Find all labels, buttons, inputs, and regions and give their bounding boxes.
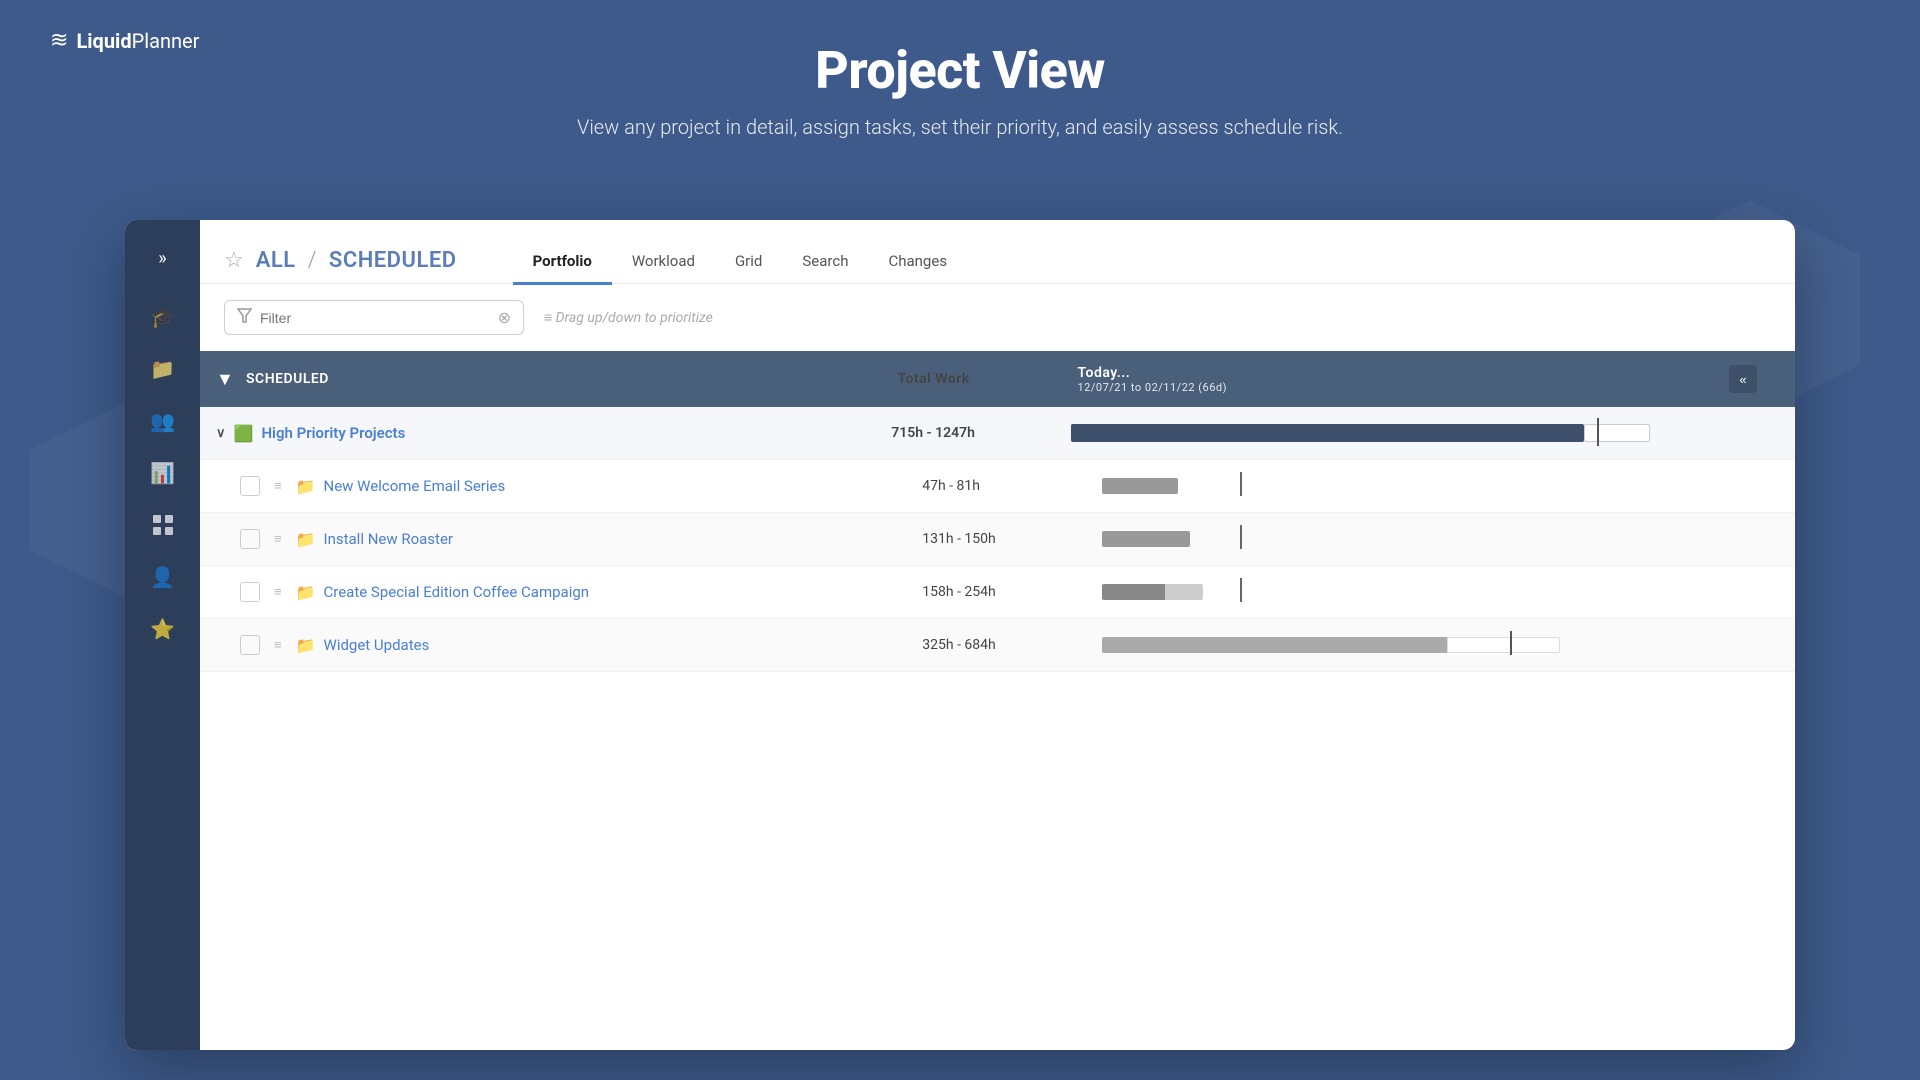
row-work: 131h - 150h <box>922 531 1102 547</box>
sidebar-item-analytics[interactable]: 📊 <box>141 451 185 495</box>
header-timeline: Today... 12/07/21 to 02/11/22 (66d) <box>1078 365 1730 393</box>
breadcrumb-separator: / <box>308 248 317 273</box>
row-name-cell: 🟩 High Priority Projects <box>234 424 892 443</box>
filter-bar: ⊗ ≡ Drag up/down to prioritize <box>200 284 1795 351</box>
filter-clear-button[interactable]: ⊗ <box>498 308 511 327</box>
row-timeline <box>1102 631 1729 659</box>
page-header: Project View View any project in detail,… <box>0 0 1920 169</box>
row-work: 158h - 254h <box>922 584 1102 600</box>
row-controls: ≡ <box>240 582 290 602</box>
main-container: » 🎓 📁 👥 📊 👤 ⭐ ☆ ALL / SCHEDULED <box>125 220 1795 1050</box>
row-checkbox[interactable] <box>240 582 260 602</box>
row-drag-handle[interactable]: ≡ <box>274 584 282 600</box>
row-timeline <box>1071 419 1729 447</box>
sidebar-item-team[interactable]: 👥 <box>141 399 185 443</box>
row-checkbox[interactable] <box>240 529 260 549</box>
row-name-cell: 📁 Install New Roaster <box>296 530 923 549</box>
drag-hint: ≡ Drag up/down to prioritize <box>544 309 713 326</box>
header-work: Total Work <box>898 371 1078 387</box>
sidebar-item-profile[interactable]: 👤 <box>141 555 185 599</box>
sidebar: » 🎓 📁 👥 📊 👤 ⭐ <box>125 220 200 1050</box>
nav-tabs: Portfolio Workload Grid Search Changes <box>489 240 991 284</box>
sidebar-item-projects[interactable]: 📁 <box>141 347 185 391</box>
logo-waves-icon: ≋ <box>50 28 68 53</box>
tab-grid[interactable]: Grid <box>715 240 782 285</box>
row-drag-handle[interactable]: ≡ <box>274 531 282 547</box>
header-name: SCHEDULED <box>246 371 898 387</box>
sidebar-item-courses[interactable]: 🎓 <box>141 295 185 339</box>
drag-hint-icon: ≡ <box>544 310 552 326</box>
table-row: ≡ 📁 Create Special Edition Coffee Campai… <box>200 566 1795 619</box>
row-work: 325h - 684h <box>922 637 1102 653</box>
row-expand-icon[interactable]: ∨ <box>216 426 226 441</box>
sidebar-collapse-button[interactable]: » <box>150 240 174 277</box>
sidebar-item-favorites[interactable]: ⭐ <box>141 607 185 651</box>
header-collapse: « <box>1729 365 1779 393</box>
table-header: ▼ SCHEDULED Total Work Today... 12/07/21… <box>200 351 1795 407</box>
top-bar: ☆ ALL / SCHEDULED Portfolio Workload Gri… <box>200 220 1795 284</box>
row-controls: ≡ <box>240 476 290 496</box>
filter-icon <box>237 308 252 327</box>
row-drag-handle[interactable]: ≡ <box>274 637 282 653</box>
filter-input[interactable] <box>260 310 490 326</box>
project-folder-icon: 📁 <box>296 477 316 496</box>
breadcrumb-all[interactable]: ALL <box>256 248 296 273</box>
row-timeline <box>1102 472 1729 500</box>
logo: ≋ LiquidPlanner <box>50 28 199 53</box>
filter-input-wrap[interactable]: ⊗ <box>224 300 524 335</box>
sidebar-item-grid[interactable] <box>141 503 185 547</box>
tab-portfolio[interactable]: Portfolio <box>513 240 612 285</box>
row-name-link[interactable]: New Welcome Email Series <box>324 477 506 495</box>
project-folder-icon: 📁 <box>296 636 316 655</box>
row-drag-handle[interactable]: ≡ <box>274 478 282 494</box>
row-work: 47h - 81h <box>922 478 1102 494</box>
breadcrumb-scheduled[interactable]: SCHEDULED <box>329 248 457 273</box>
page-subtitle: View any project in detail, assign tasks… <box>0 115 1920 139</box>
favorite-star-icon[interactable]: ☆ <box>224 248 244 273</box>
row-name-cell: 📁 Widget Updates <box>296 636 923 655</box>
breadcrumb: ALL / SCHEDULED <box>256 248 457 273</box>
timeline-collapse-button[interactable]: « <box>1729 365 1757 393</box>
page-title: Project View <box>0 40 1920 101</box>
table-row: ≡ 📁 Install New Roaster 131h - 150h <box>200 513 1795 566</box>
row-checkbox[interactable] <box>240 476 260 496</box>
logo-text: LiquidPlanner <box>76 29 199 53</box>
table-row: ∨ 🟩 High Priority Projects 715h - 1247h <box>200 407 1795 460</box>
row-name-cell: 📁 Create Special Edition Coffee Campaign <box>296 583 923 602</box>
row-name-link[interactable]: Create Special Edition Coffee Campaign <box>324 583 590 601</box>
row-name-link[interactable]: Widget Updates <box>324 636 430 654</box>
row-name-link[interactable]: High Priority Projects <box>261 424 405 442</box>
content-area: ☆ ALL / SCHEDULED Portfolio Workload Gri… <box>200 220 1795 1050</box>
table-row: ≡ 📁 New Welcome Email Series 47h - 81h <box>200 460 1795 513</box>
project-folder-icon: 📁 <box>296 583 316 602</box>
row-controls: ≡ <box>240 635 290 655</box>
tab-search[interactable]: Search <box>782 240 868 285</box>
tab-changes[interactable]: Changes <box>868 240 967 285</box>
row-work: 715h - 1247h <box>891 425 1071 441</box>
header-expand: ▼ <box>216 369 246 390</box>
row-controls: ≡ <box>240 529 290 549</box>
row-timeline <box>1102 525 1729 553</box>
folder-icon: 🟩 <box>234 424 254 443</box>
row-timeline <box>1102 578 1729 606</box>
tab-workload[interactable]: Workload <box>612 240 715 285</box>
row-name-link[interactable]: Install New Roaster <box>324 530 453 548</box>
project-table: ▼ SCHEDULED Total Work Today... 12/07/21… <box>200 351 1795 1050</box>
project-folder-icon: 📁 <box>296 530 316 549</box>
row-checkbox[interactable] <box>240 635 260 655</box>
row-name-cell: 📁 New Welcome Email Series <box>296 477 923 496</box>
table-row: ≡ 📁 Widget Updates 325h - 684h <box>200 619 1795 672</box>
